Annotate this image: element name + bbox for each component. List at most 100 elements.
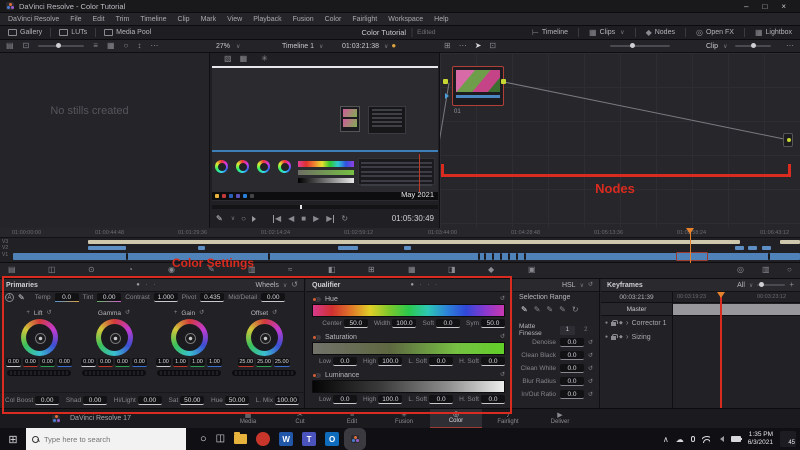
pointer-tool-icon[interactable]: ➤ <box>475 42 482 50</box>
saturation-toggle[interactable] <box>312 334 321 340</box>
node-scale-slider[interactable] <box>735 43 771 48</box>
viewer-scrub-bar[interactable] <box>212 205 438 209</box>
node-zoom-slider[interactable] <box>610 43 670 48</box>
keyframes-zoom-slider[interactable] <box>757 282 786 287</box>
split-wipe-icon[interactable]: ▦ <box>240 55 248 63</box>
gallery-options-icon[interactable]: ⋯ <box>150 42 158 50</box>
taskbar-clock[interactable]: 1:35 PM 6/3/2021 <box>748 431 773 447</box>
timeline-output-node[interactable] <box>783 133 793 147</box>
image-wipe-icon[interactable]: ▧ <box>224 55 232 63</box>
menu-color[interactable]: Color <box>325 16 342 23</box>
keyframe-diamond-icon[interactable]: ◆ <box>619 334 623 340</box>
timeline-clip[interactable] <box>198 246 205 250</box>
offset-g-value[interactable]: 25.00 <box>256 358 272 367</box>
page-tab-media[interactable]: ▦ Media <box>222 409 274 429</box>
clean-black-reset-icon[interactable]: ↺ <box>588 353 593 359</box>
flag-icon[interactable]: ● <box>391 42 396 50</box>
menu-mark[interactable]: Mark <box>201 16 217 23</box>
hue-center-value[interactable]: 50.0 <box>343 318 368 328</box>
lum-low-value[interactable]: 0.0 <box>332 394 357 404</box>
middetail-value[interactable]: 0.00 <box>261 293 286 302</box>
page-tab-edit[interactable]: ≡ Edit <box>326 409 378 429</box>
pivot-value[interactable]: 0.435 <box>200 293 225 302</box>
offset-reset-icon[interactable]: ↺ <box>272 310 277 316</box>
page-tab-cut[interactable]: ✂ Cut <box>274 409 326 429</box>
colboost-value[interactable]: 0.00 <box>35 396 60 405</box>
color-match-icon[interactable]: ◫ <box>48 266 56 274</box>
window-icon[interactable]: ⊞ <box>368 266 375 274</box>
lift-target-icon[interactable]: + <box>26 310 30 316</box>
menu-fusion[interactable]: Fusion <box>293 16 314 23</box>
gamma-wheel[interactable] <box>95 319 133 356</box>
openfx-toggle-button[interactable]: ◎ Open FX <box>696 28 734 37</box>
taskbar-search[interactable] <box>26 428 186 450</box>
contrast-value[interactable]: 1.000 <box>153 293 178 302</box>
info-icon[interactable]: ○ <box>787 266 792 274</box>
clean-black-value[interactable]: 0.0 <box>559 351 584 360</box>
color-wheels-icon[interactable]: ⊙ <box>88 266 95 274</box>
picker-eyedropper-icon[interactable]: ✎ <box>521 306 528 314</box>
wifi-icon[interactable] <box>701 435 710 443</box>
audio-mute-icon[interactable] <box>251 215 259 222</box>
expand-arrow-icon[interactable]: › <box>626 333 629 341</box>
cortana-icon[interactable]: ○ <box>200 433 207 445</box>
timeline-clip[interactable] <box>88 246 126 250</box>
menu-playback[interactable]: Playback <box>253 16 281 23</box>
sat-low-value[interactable]: 0.0 <box>332 356 357 366</box>
timeline-clip[interactable] <box>735 246 744 250</box>
lum-high-value[interactable]: 100.0 <box>378 394 403 404</box>
keyframe-dot-icon[interactable]: ● <box>605 320 608 326</box>
stop-button[interactable]: ■ <box>301 214 306 223</box>
gamma-b-value[interactable]: 0.00 <box>132 358 147 367</box>
menu-timeline[interactable]: Timeline <box>140 16 166 23</box>
add-keyframe-button[interactable]: + <box>789 281 794 289</box>
maximize-button[interactable]: □ <box>762 2 767 11</box>
key-icon[interactable]: ▣ <box>528 266 536 274</box>
list-view-icon[interactable]: ≡ <box>93 42 98 50</box>
menu-davinci-resolve[interactable]: DaVinci Resolve <box>8 16 59 23</box>
hue-toggle[interactable] <box>312 296 321 302</box>
search-input[interactable] <box>44 434 164 444</box>
lift-wheel[interactable] <box>20 319 58 356</box>
menu-workspace[interactable]: Workspace <box>388 16 423 23</box>
menu-view[interactable]: View <box>227 16 242 23</box>
lock-icon[interactable] <box>611 319 618 326</box>
page-tab-fairlight[interactable]: ♪ Fairlight <box>482 409 534 429</box>
node-graph-panel[interactable]: 01 Nodes <box>440 53 800 228</box>
timeline-clip[interactable] <box>404 246 411 250</box>
tint-value[interactable]: 0.00 <box>97 293 122 302</box>
saturation-range-bar[interactable] <box>312 342 505 355</box>
hsl-mode-selector[interactable]: HSL ∨ <box>562 282 584 289</box>
corrector-node[interactable] <box>452 66 504 106</box>
highlight-value[interactable]: 0.00 <box>137 396 162 405</box>
keyframe-diamond-icon[interactable]: ◆ <box>619 320 623 326</box>
gain-reset-icon[interactable]: ↺ <box>199 310 204 316</box>
annotate-pen-icon[interactable]: ✎ <box>216 214 223 223</box>
node-grid-icon[interactable]: ⊞ <box>444 42 451 50</box>
lum-lsoft-value[interactable]: 0.0 <box>429 394 454 404</box>
shadows-value[interactable]: 0.00 <box>83 396 108 405</box>
luminance-toggle[interactable] <box>312 372 321 378</box>
gain-b-value[interactable]: 1.00 <box>207 358 222 367</box>
expand-icon[interactable]: ↕ <box>137 42 141 50</box>
offset-wheel[interactable] <box>245 319 283 356</box>
gain-target-icon[interactable]: + <box>174 310 178 316</box>
temp-value[interactable]: 0.0 <box>54 293 79 302</box>
pan-tool-icon[interactable]: ⊡ <box>489 42 496 50</box>
sat-high-value[interactable]: 100.0 <box>378 356 403 366</box>
blur-icon[interactable]: ◆ <box>488 266 494 274</box>
keyframes-filter-selector[interactable]: All ∨ <box>737 282 753 289</box>
camera-raw-icon[interactable]: ▤ <box>8 266 16 274</box>
page-tab-fusion[interactable]: ✳ Fusion <box>378 409 430 429</box>
sat-hsoft-value[interactable]: 0.0 <box>481 356 505 366</box>
picker-add-icon[interactable]: ✎ <box>534 306 541 314</box>
lum-hsoft-value[interactable]: 0.0 <box>481 394 505 404</box>
unmix-icon[interactable]: ○ <box>241 214 246 223</box>
lummix-value[interactable]: 100.00 <box>274 396 299 405</box>
menu-file[interactable]: File <box>70 16 81 23</box>
lock-icon[interactable] <box>611 333 618 340</box>
expand-arrow-icon[interactable]: › <box>626 319 629 327</box>
denoise-reset-icon[interactable]: ↺ <box>588 340 593 346</box>
picker-subtract-icon[interactable]: ✎ <box>546 306 553 314</box>
node-input-connector[interactable] <box>443 79 448 84</box>
